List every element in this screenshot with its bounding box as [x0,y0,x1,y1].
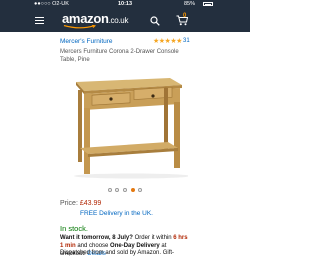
status-bar: ●●○○○ O2-UK 10:13 85% [0,0,250,8]
order-within-text: Order it within [134,235,172,241]
console-table-image[interactable] [62,68,188,180]
logo-text: amazon [62,11,109,26]
choose-text: and choose [77,243,109,249]
rating-stars[interactable]: ★★★★★ [153,37,182,45]
price-row: Price: £43.99 [60,200,101,207]
dispatch-info: Dispatched from and sold by Amazon. Gift… [60,250,175,256]
seller-link[interactable]: Mercer's Furniture [60,38,113,45]
battery-icon [203,2,213,6]
carousel-dot-active[interactable] [130,188,135,192]
carousel-dot[interactable] [107,188,112,192]
rating-count[interactable]: 31 [183,38,190,44]
carousel-dot[interactable] [115,188,120,192]
seller-row: Mercer's Furniture ★★★★★ 31 [60,38,190,48]
price-value: £43.99 [79,200,102,207]
carousel-dot[interactable] [123,188,127,192]
logo-tld: .co.uk [108,16,129,25]
carousel-dot[interactable] [138,188,143,192]
battery-percent: 85% [184,1,196,7]
product-title: Mercers Furniture Corona 2-Drawer Consol… [60,49,179,63]
one-day-delivery-text: One-Day Delivery [110,243,160,249]
cart-count: 0 [183,13,187,19]
smile-icon [63,25,97,29]
free-delivery-link[interactable]: FREE Delivery in the UK. [80,210,153,217]
image-carousel-dots[interactable] [0,188,250,192]
stock-status: In stock. [60,224,88,233]
search-icon[interactable] [150,16,160,26]
app-header: amazon.co.uk 0 [0,8,250,32]
hamburger-menu-icon[interactable] [35,17,44,24]
price-label: Price: [60,200,78,207]
tomorrow-text: Want it tomorrow, 8 July? [60,235,133,241]
